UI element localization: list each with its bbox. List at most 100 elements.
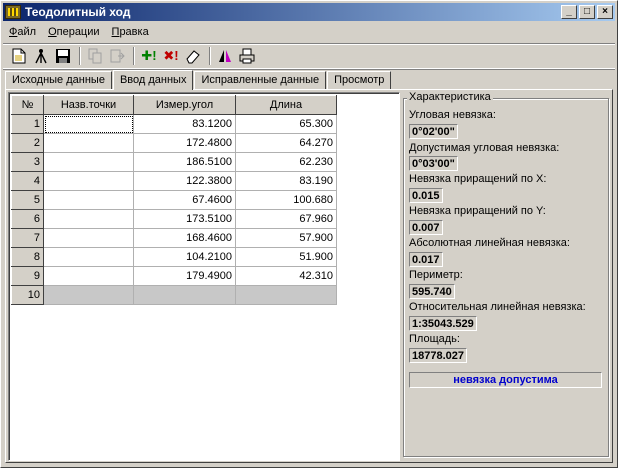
angle-cell[interactable]: 173.5100 [133,209,236,229]
toolbar-separator [79,47,81,65]
table-row: 4 122.3800 83.190 [11,171,337,191]
table-row: 2 172.4800 64.270 [11,133,337,153]
save-icon [56,49,70,63]
column-header-point-name[interactable]: Назв.точки [43,95,134,115]
angle-cell[interactable]: 179.4900 [133,266,236,286]
save-button[interactable] [53,46,73,66]
column-header-number[interactable]: № [11,95,44,115]
add-row-icon: ✚! [141,48,157,63]
table-row: 1 83.1200 65.300 [11,114,337,134]
row-number-cell[interactable]: 6 [11,209,44,229]
table-row: 8 104.2100 51.900 [11,247,337,267]
point-name-cell[interactable] [43,285,134,305]
paste-button[interactable] [107,46,127,66]
length-cell[interactable]: 65.300 [235,114,337,134]
eraser-button[interactable] [183,46,203,66]
dy-misclosure-value: 0.007 [409,220,443,235]
row-number-cell[interactable]: 8 [11,247,44,267]
angle-cell[interactable]: 168.4600 [133,228,236,248]
length-cell[interactable]: 57.900 [235,228,337,248]
row-number-cell[interactable]: 7 [11,228,44,248]
point-name-cell[interactable] [43,209,134,229]
close-button[interactable]: × [597,5,613,19]
row-number-cell[interactable]: 2 [11,133,44,153]
angle-cell[interactable]: 122.3800 [133,171,236,191]
menu-operations[interactable]: Операции [42,26,105,38]
row-number-cell[interactable]: 9 [11,266,44,286]
tripod-button[interactable] [31,46,51,66]
mirror-button[interactable] [215,46,235,66]
point-name-cell[interactable] [43,171,134,191]
toolbar-separator [209,47,211,65]
tab-corrected-data[interactable]: Исправленные данные [194,71,327,89]
length-cell[interactable] [235,285,337,305]
row-number-cell[interactable]: 3 [11,152,44,172]
point-name-cell[interactable] [43,152,134,172]
length-cell[interactable]: 83.190 [235,171,337,191]
angle-cell[interactable] [133,285,236,305]
row-number-cell[interactable]: 1 [11,114,44,134]
data-table: № Назв.точки Измер.угол Длина 1 83.1200 65… [11,95,337,305]
point-name-cell[interactable] [43,114,134,134]
row-number-cell[interactable]: 5 [11,190,44,210]
allowed-angular-misclosure-value: 0°03'00" [409,156,458,171]
angle-cell[interactable]: 186.5100 [133,152,236,172]
length-cell[interactable]: 42.310 [235,266,337,286]
minimize-button[interactable]: _ [561,5,577,19]
angle-cell[interactable]: 172.4800 [133,133,236,153]
angle-cell[interactable]: 104.2100 [133,247,236,267]
angle-cell[interactable]: 83.1200 [133,114,236,134]
copy-button[interactable] [85,46,105,66]
row-number-cell[interactable]: 10 [11,285,44,305]
print-button[interactable] [237,46,257,66]
length-cell[interactable]: 51.900 [235,247,337,267]
tab-source-data[interactable]: Исходные данные [5,71,112,89]
new-doc-button[interactable] [9,46,29,66]
point-name-cell[interactable] [43,133,134,153]
maximize-button[interactable]: □ [579,5,595,19]
table-row: 6 173.5100 67.960 [11,209,337,229]
close-icon: × [602,6,608,17]
angular-misclosure-label: Угловая невязка: [409,109,496,121]
data-grid[interactable]: № Назв.точки Измер.угол Длина 1 83.1200 65… [8,92,400,461]
app-icon[interactable] [5,5,21,19]
dy-misclosure-label: Невязка приращений по Y: [409,205,546,217]
minimize-icon: _ [566,6,572,17]
title-bar[interactable]: Теодолитный ход _ □ × [3,3,615,21]
copy-icon [88,48,102,64]
length-cell[interactable]: 100.680 [235,190,337,210]
table-row: 10 [11,285,337,305]
mirror-icon [219,50,231,62]
table-row: 7 168.4600 57.900 [11,228,337,248]
point-name-cell[interactable] [43,190,134,210]
dx-misclosure-value: 0.015 [409,188,443,203]
table-row: 3 186.5100 62.230 [11,152,337,172]
main-window: Теодолитный ход _ □ × Файл Операции Прав… [0,0,618,468]
point-name-cell[interactable] [43,247,134,267]
length-cell[interactable]: 67.960 [235,209,337,229]
tab-strip: Исходные данные Ввод данных Исправленные… [5,69,392,90]
column-header-angle[interactable]: Измер.угол [133,95,236,115]
tripod-icon [35,49,47,64]
add-row-button[interactable]: ✚! [139,46,159,66]
area-label: Площадь: [409,333,460,345]
relative-misclosure-label: Относительная линейная невязка: [409,301,586,313]
angle-cell[interactable]: 67.4600 [133,190,236,210]
menu-file[interactable]: Файл [3,26,42,38]
row-number-cell[interactable]: 4 [11,171,44,191]
delete-row-button[interactable]: ✖! [161,46,181,66]
menu-edit[interactable]: Правка [106,26,155,38]
eraser-icon [186,50,200,64]
print-icon [239,48,255,64]
paste-icon [110,49,125,63]
tab-data-input[interactable]: Ввод данных [112,70,194,90]
length-cell[interactable]: 64.270 [235,133,337,153]
table-header-row: № Назв.точки Измер.угол Длина [11,95,337,115]
tab-preview[interactable]: Просмотр [327,71,392,89]
point-name-cell[interactable] [43,228,134,248]
absolute-misclosure-value: 0.017 [409,252,443,267]
point-name-cell[interactable] [43,266,134,286]
column-header-length[interactable]: Длина [235,95,337,115]
length-cell[interactable]: 62.230 [235,152,337,172]
toolbar-separator [133,47,135,65]
